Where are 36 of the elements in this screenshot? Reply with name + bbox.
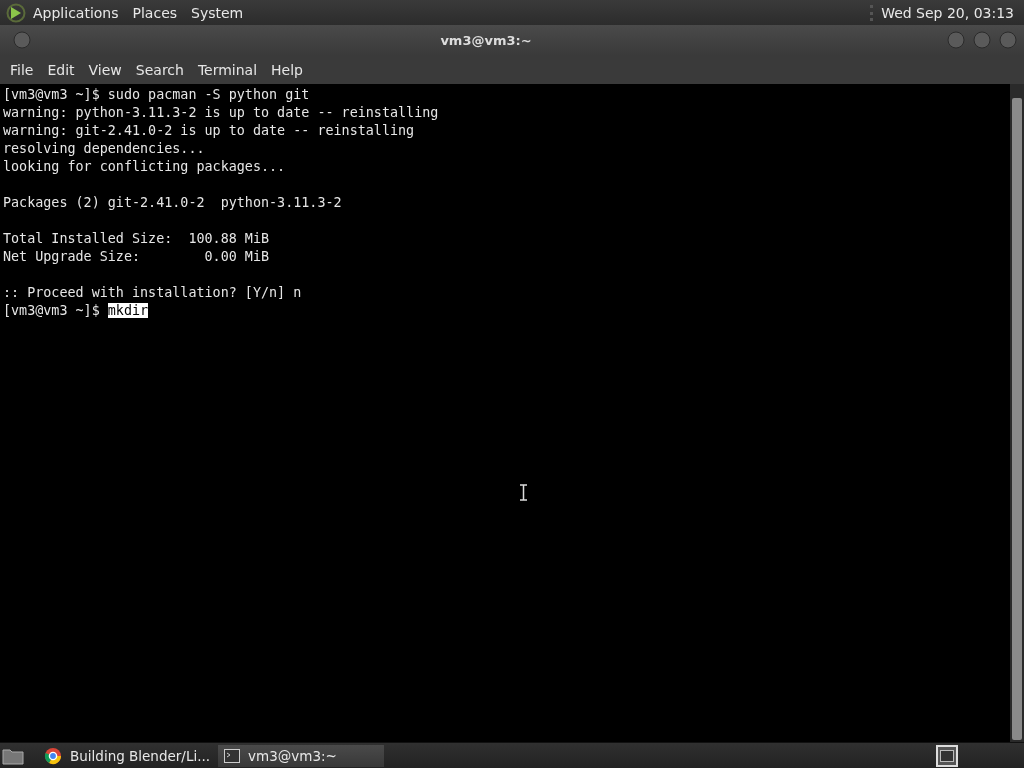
menu-item[interactable]: Search: [128, 61, 191, 78]
terminal-line: looking for conflicting packages...: [3, 159, 286, 174]
minimize-button[interactable]: [946, 30, 966, 50]
shell-prompt: [vm3@vm3 ~]$: [3, 303, 100, 318]
panel-menu[interactable]: Applications: [26, 4, 126, 21]
terminal-line: warning: git-2.41.0-2 is up to date -- reinstalling: [3, 123, 415, 138]
close-button[interactable]: [998, 30, 1018, 50]
menu-item[interactable]: File: [3, 61, 41, 78]
menu-item[interactable]: Edit: [40, 61, 82, 78]
terminal-line: Net Upgrade Size: 0.00 MiB: [3, 249, 270, 264]
folder-icon[interactable]: [2, 746, 24, 765]
browser-icon: [44, 746, 62, 765]
terminal-icon: [224, 748, 241, 763]
menu-item[interactable]: View: [81, 61, 129, 78]
panel-menu[interactable]: Places: [125, 4, 185, 21]
terminal-line: resolving dependencies...: [3, 141, 205, 156]
scrollbar[interactable]: [1010, 84, 1024, 742]
distro-logo-icon: [6, 2, 26, 23]
window-title: vm3@vm3:~: [439, 32, 533, 48]
selected-command: mkdir: [107, 303, 149, 318]
clock[interactable]: Wed Sep 20, 03:13: [870, 4, 1018, 21]
panel-menu[interactable]: System: [184, 4, 251, 21]
desktop-icon: [940, 749, 954, 762]
terminal-line: Total Installed Size: 100.88 MiB: [3, 231, 270, 246]
menu-item[interactable]: Help: [264, 61, 310, 78]
maximize-button[interactable]: [972, 30, 992, 50]
window-menu-icon[interactable]: [12, 30, 32, 50]
menu-item[interactable]: Terminal: [190, 61, 265, 78]
taskbar-button[interactable]: Building Blender/Li...: [38, 744, 217, 767]
text-cursor-icon: [519, 484, 528, 501]
show-desktop-button[interactable]: [936, 744, 958, 767]
taskbar-button[interactable]: vm3@vm3:~: [218, 744, 385, 767]
terminal-line: :: Proceed with installation? [Y/n] n: [3, 285, 302, 300]
terminal-line: [vm3@vm3 ~]$ sudo pacman -S python git: [3, 87, 310, 102]
terminal-line: warning: python-3.11.3-2 is up to date -- reinstalling: [3, 105, 439, 120]
terminal-line: Packages (2) git-2.41.0-2 python-3.11.3-2: [3, 195, 342, 210]
